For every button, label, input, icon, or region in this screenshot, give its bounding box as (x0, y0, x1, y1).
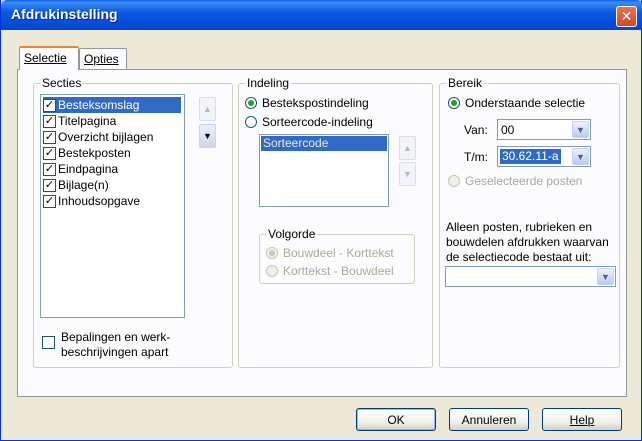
checkbox-titelpagina[interactable]: ✓ (43, 114, 56, 128)
radio-korttekst-bouwdeel[interactable]: Korttekst - Bouwdeel (266, 264, 394, 278)
tm-value: 30.62.11-a (500, 149, 561, 164)
move-down-button[interactable]: ▼ (199, 124, 216, 148)
ok-button[interactable]: OK (356, 408, 436, 431)
close-button[interactable]: ✕ (616, 6, 637, 27)
tab-selectie[interactable]: Selectie (19, 46, 79, 70)
arrow-up-icon: ▲ (403, 143, 412, 153)
tab-opties-label: Opties (84, 52, 119, 66)
radio-sorteercode-indeling[interactable]: Sorteercode-indeling (245, 115, 373, 129)
radio-label: Bestekspostindeling (262, 96, 369, 110)
secties-group: Secties ✓ Besteksomslag ✓ Titelpagina ✓ … (33, 76, 233, 368)
list-item-label: Inhoudsopgave (58, 194, 141, 208)
radio-button[interactable] (448, 97, 460, 109)
secties-list[interactable]: ✓ Besteksomslag ✓ Titelpagina ✓ Overzich… (40, 94, 185, 318)
move-up-button[interactable]: ▲ (199, 97, 216, 121)
radio-button[interactable] (245, 97, 257, 109)
list-item[interactable]: ✓ Titelpagina (43, 113, 181, 129)
sorteercode-list[interactable]: Sorteercode (259, 134, 389, 207)
tm-combobox[interactable]: 30.62.11-a ▼ (497, 146, 591, 167)
chevron-down-icon[interactable]: ▼ (572, 148, 589, 165)
van-value: 00 (501, 123, 515, 137)
selectiecode-description: Alleen posten, rubrieken en bouwdelen af… (446, 220, 609, 265)
list-item-label: Eindpagina (58, 162, 119, 176)
sorteercode-down-button[interactable]: ▼ (399, 162, 416, 186)
apart-checkbox-row[interactable]: Bepalingen en werk- beschrijvingen apart (42, 330, 170, 360)
radio-label: Sorteercode-indeling (262, 115, 373, 129)
list-item[interactable]: ✓ Besteksomslag (43, 97, 181, 113)
checkbox-overzicht-bijlagen[interactable]: ✓ (43, 130, 56, 144)
description-line3: de selectiecode bestaat uit: (446, 250, 592, 264)
list-item-label: Sorteercode (263, 136, 329, 150)
bereik-group: Bereik Onderstaande selectie Van: 00 ▼ T… (439, 76, 620, 368)
tm-label: T/m: (464, 150, 488, 164)
help-button-label: Help (569, 412, 595, 427)
dialog-window: Afdrukinstelling ✕ Selectie Opties Secti… (0, 0, 642, 441)
indeling-group: Indeling Bestekspostindeling Sorteercode… (238, 76, 433, 368)
radio-button[interactable] (266, 265, 278, 277)
radio-button[interactable] (245, 116, 257, 128)
description-line2: bouwdelen afdrukken waarvan (446, 235, 609, 249)
list-item[interactable]: ✓ Inhoudsopgave (43, 193, 181, 209)
help-button[interactable]: Help (542, 408, 622, 431)
radio-bouwdeel-korttekst[interactable]: Bouwdeel - Korttekst (266, 246, 394, 260)
radio-bestekspostindeling[interactable]: Bestekspostindeling (245, 96, 369, 110)
description-line1: Alleen posten, rubrieken en (446, 220, 593, 234)
checkbox-bijlagen[interactable]: ✓ (43, 178, 56, 192)
radio-label: Bouwdeel - Korttekst (283, 246, 394, 260)
radio-button[interactable] (448, 175, 460, 187)
arrow-down-icon: ▼ (203, 131, 212, 141)
volgorde-group: Volgorde Bouwdeel - Korttekst Korttekst … (259, 227, 415, 284)
secties-group-label: Secties (40, 76, 84, 90)
window-title: Afdrukinstelling (11, 6, 118, 22)
sorteercode-up-button[interactable]: ▲ (399, 136, 416, 160)
volgorde-group-label: Volgorde (266, 227, 318, 241)
list-item-label: Bijlage(n) (58, 178, 109, 192)
van-label: Van: (464, 123, 488, 137)
apart-checkbox-label-line1: Bepalingen en werk- (61, 330, 171, 344)
checkbox-besteksomslag[interactable]: ✓ (43, 98, 56, 112)
tab-selectie-label: Selectie (24, 51, 67, 65)
cancel-button-label: Annuleren (461, 412, 517, 427)
arrow-up-icon: ▲ (203, 104, 212, 114)
bereik-group-label: Bereik (446, 76, 485, 90)
checkbox-eindpagina[interactable]: ✓ (43, 162, 56, 176)
selectiecode-combobox[interactable]: ▼ (445, 266, 616, 287)
checkbox-bestekposten[interactable]: ✓ (43, 146, 56, 160)
apart-checkbox-label-line2: beschrijvingen apart (61, 345, 169, 359)
ok-button-label: OK (387, 412, 405, 427)
list-item[interactable]: ✓ Eindpagina (43, 161, 181, 177)
chevron-down-icon[interactable]: ▼ (597, 268, 614, 285)
radio-label: Korttekst - Bouwdeel (283, 264, 394, 278)
list-item[interactable]: ✓ Bestekposten (43, 145, 181, 161)
radio-geselecteerde-posten[interactable]: Geselecteerde posten (448, 174, 582, 188)
checkbox-inhoudsopgave[interactable]: ✓ (43, 194, 56, 208)
list-item-label: Besteksomslag (58, 98, 140, 112)
van-combobox[interactable]: 00 ▼ (497, 119, 591, 140)
list-item-label: Bestekposten (58, 146, 131, 160)
title-bar[interactable]: Afdrukinstelling ✕ (1, 0, 642, 30)
list-item-label: Titelpagina (58, 114, 117, 128)
list-item[interactable]: ✓ Overzicht bijlagen (43, 129, 181, 145)
radio-label: Onderstaande selectie (465, 96, 586, 110)
arrow-down-icon: ▼ (403, 169, 412, 179)
tab-opties[interactable]: Opties (79, 48, 127, 69)
list-item[interactable]: ✓ Bijlage(n) (43, 177, 181, 193)
radio-label: Geselecteerde posten (465, 174, 583, 188)
list-item[interactable]: Sorteercode (261, 136, 387, 151)
radio-button[interactable] (266, 247, 278, 259)
list-item-label: Overzicht bijlagen (58, 130, 154, 144)
indeling-group-label: Indeling (245, 76, 292, 90)
chevron-down-icon[interactable]: ▼ (572, 121, 589, 138)
tab-panel: Secties ✓ Besteksomslag ✓ Titelpagina ✓ … (17, 69, 627, 397)
close-icon: ✕ (620, 8, 633, 24)
radio-onderstaande-selectie[interactable]: Onderstaande selectie (448, 96, 585, 110)
apart-checkbox[interactable] (42, 336, 55, 349)
cancel-button[interactable]: Annuleren (449, 408, 529, 431)
